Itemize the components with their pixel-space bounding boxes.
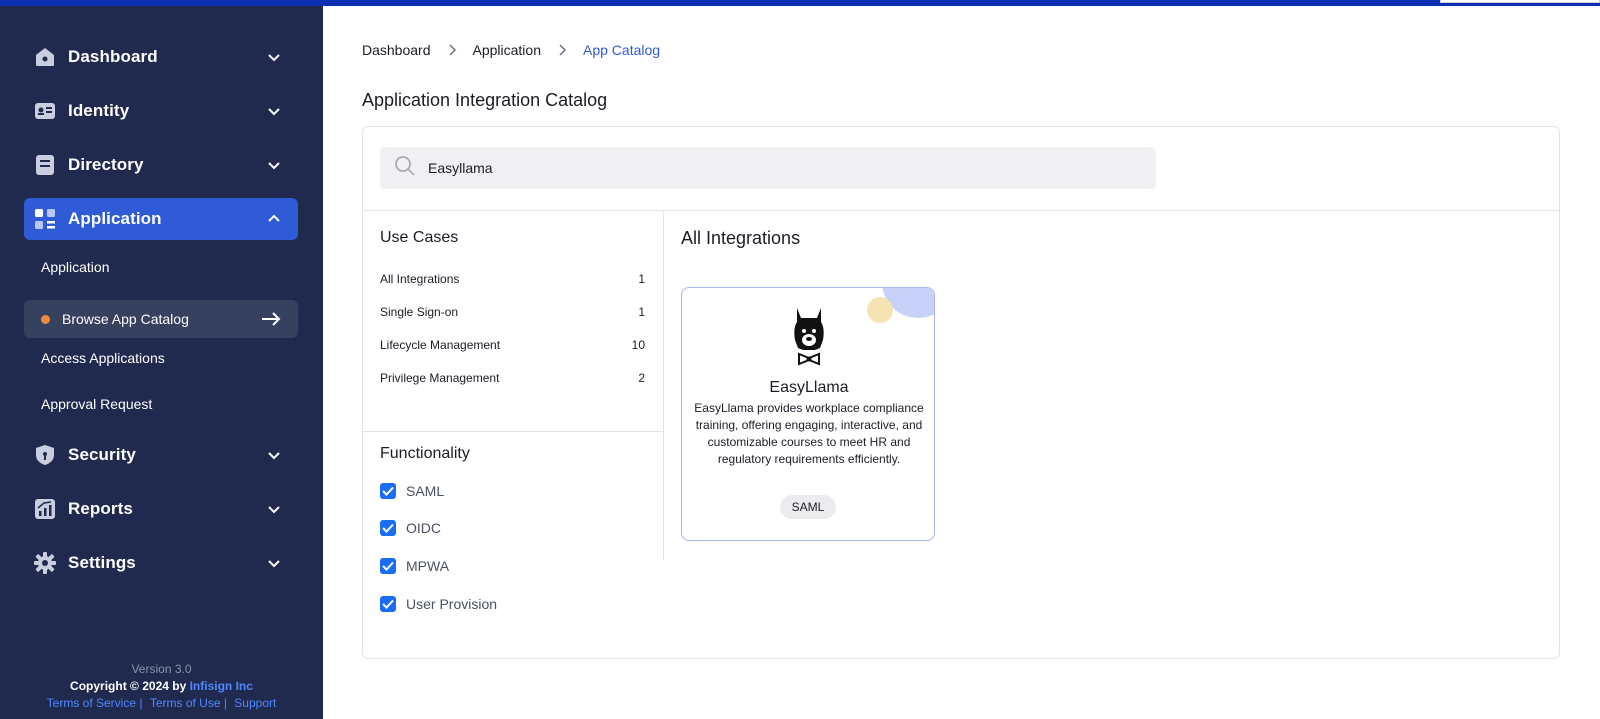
chevron-down-icon	[264, 155, 284, 175]
chevron-down-icon	[264, 499, 284, 519]
use-cases-title: Use Cases	[380, 229, 459, 246]
brand-link[interactable]: Infisign Inc	[190, 679, 253, 693]
use-case-all-integrations[interactable]: All Integrations 1	[380, 272, 645, 286]
use-case-label: Single Sign-on	[380, 305, 459, 319]
apps-grid-icon	[34, 208, 56, 230]
sidebar-item-label: Security	[68, 445, 136, 464]
sidebar-subitem-label: Browse App Catalog	[62, 311, 189, 327]
use-case-lifecycle-management[interactable]: Lifecycle Management 10	[380, 338, 645, 352]
use-case-label: All Integrations	[380, 272, 460, 286]
functionality-title: Functionality	[380, 445, 470, 462]
all-integrations-title: All Integrations	[681, 228, 801, 248]
home-icon	[34, 46, 56, 68]
page-title: Application Integration Catalog	[362, 90, 608, 110]
filter-divider	[363, 431, 663, 432]
sidebar: Dashboard Identity Directory Application…	[0, 6, 323, 719]
breadcrumb-app-catalog[interactable]: App Catalog	[583, 42, 660, 58]
version-text: Version 3.0	[131, 662, 192, 676]
directory-icon	[34, 154, 56, 176]
sidebar-subitem-access-applications[interactable]: Access Applications	[41, 350, 165, 366]
sidebar-item-label: Application	[68, 209, 162, 228]
checkbox-oidc[interactable]: OIDC	[380, 520, 441, 536]
shield-icon	[34, 444, 56, 466]
top-right-tab	[1440, 0, 1600, 3]
sidebar-item-label: Settings	[68, 553, 136, 572]
checkbox-label: User Provision	[406, 596, 498, 612]
sidebar-item-label: Directory	[68, 155, 144, 174]
use-case-label: Privilege Management	[380, 371, 500, 385]
support-link[interactable]: Support	[234, 696, 276, 710]
breadcrumb: Dashboard Application App Catalog	[362, 42, 660, 58]
sidebar-subitem-approval-request[interactable]: Approval Request	[41, 396, 152, 412]
sidebar-item-label: Identity	[68, 101, 130, 120]
use-case-count: 1	[638, 272, 645, 286]
sidebar-item-label: Dashboard	[68, 47, 158, 66]
sidebar-subitem-application[interactable]: Application	[41, 259, 110, 275]
arrow-right-icon	[260, 308, 282, 330]
chevron-down-icon	[264, 445, 284, 465]
reports-icon	[34, 498, 56, 520]
card-title: EasyLlama	[769, 379, 849, 396]
sidebar-item-application[interactable]: Application	[24, 198, 298, 240]
sidebar-item-security[interactable]: Security	[24, 434, 298, 476]
sidebar-item-settings[interactable]: Settings	[24, 542, 298, 584]
sidebar-item-label: Reports	[68, 499, 133, 518]
use-case-single-sign-on[interactable]: Single Sign-on 1	[380, 305, 645, 319]
chevron-up-icon	[264, 209, 284, 229]
copyright-label: Copyright © 2024 by	[70, 679, 187, 693]
chevron-down-icon	[264, 553, 284, 573]
sidebar-subitem-browse-app-catalog[interactable]: Browse App Catalog	[24, 300, 298, 338]
footer-links: Terms of Service | Terms of Use | Suppor…	[0, 696, 323, 710]
id-card-icon	[34, 100, 56, 122]
card-description: EasyLlama provides workplace compliance …	[694, 401, 924, 466]
protocol-badge: SAML	[780, 495, 836, 519]
breadcrumb-dashboard[interactable]: Dashboard	[362, 42, 431, 58]
checkbox-label: OIDC	[406, 520, 441, 536]
chevron-down-icon	[264, 101, 284, 121]
use-case-privilege-management[interactable]: Privilege Management 2	[380, 371, 645, 385]
use-case-count: 2	[638, 371, 645, 385]
catalog-panel: Use Cases All Integrations 1 Single Sign…	[362, 126, 1560, 659]
active-indicator-dot	[41, 314, 50, 324]
search-input[interactable]	[428, 160, 1128, 176]
horizontal-divider	[363, 210, 1559, 211]
checkbox-saml[interactable]: SAML	[380, 483, 444, 499]
checkbox-checked-icon	[380, 596, 396, 612]
search-icon	[394, 155, 416, 182]
use-case-count: 1	[638, 305, 645, 319]
chevron-right-icon	[555, 43, 569, 57]
search-bar	[380, 147, 1156, 189]
llama-logo-icon	[794, 308, 824, 366]
gear-icon	[34, 552, 56, 574]
use-case-count: 10	[631, 338, 645, 352]
checkbox-checked-icon	[380, 520, 396, 536]
checkbox-label: SAML	[406, 483, 445, 499]
checkbox-mpwa[interactable]: MPWA	[380, 558, 449, 574]
use-case-label: Lifecycle Management	[380, 338, 501, 352]
sidebar-item-reports[interactable]: Reports	[24, 488, 298, 530]
sidebar-item-dashboard[interactable]: Dashboard	[24, 36, 298, 78]
chevron-right-icon	[445, 43, 459, 57]
terms-of-use-link[interactable]: Terms of Use |	[150, 696, 227, 710]
checkbox-checked-icon	[380, 558, 396, 574]
card-corner-decoration	[867, 288, 934, 323]
copyright-text: Copyright © 2024 by Infisign Inc	[0, 679, 323, 693]
sidebar-item-directory[interactable]: Directory	[24, 144, 298, 186]
breadcrumb-application[interactable]: Application	[473, 42, 542, 58]
sidebar-item-identity[interactable]: Identity	[24, 90, 298, 132]
chevron-down-icon	[264, 47, 284, 67]
integration-card-easyllama[interactable]: EasyLlama EasyLlama provides workplace c…	[681, 287, 935, 541]
checkbox-label: MPWA	[406, 558, 450, 574]
checkbox-checked-icon	[380, 483, 396, 499]
vertical-divider	[663, 210, 664, 560]
checkbox-user-provision[interactable]: User Provision	[380, 596, 497, 612]
terms-of-service-link[interactable]: Terms of Service |	[47, 696, 143, 710]
